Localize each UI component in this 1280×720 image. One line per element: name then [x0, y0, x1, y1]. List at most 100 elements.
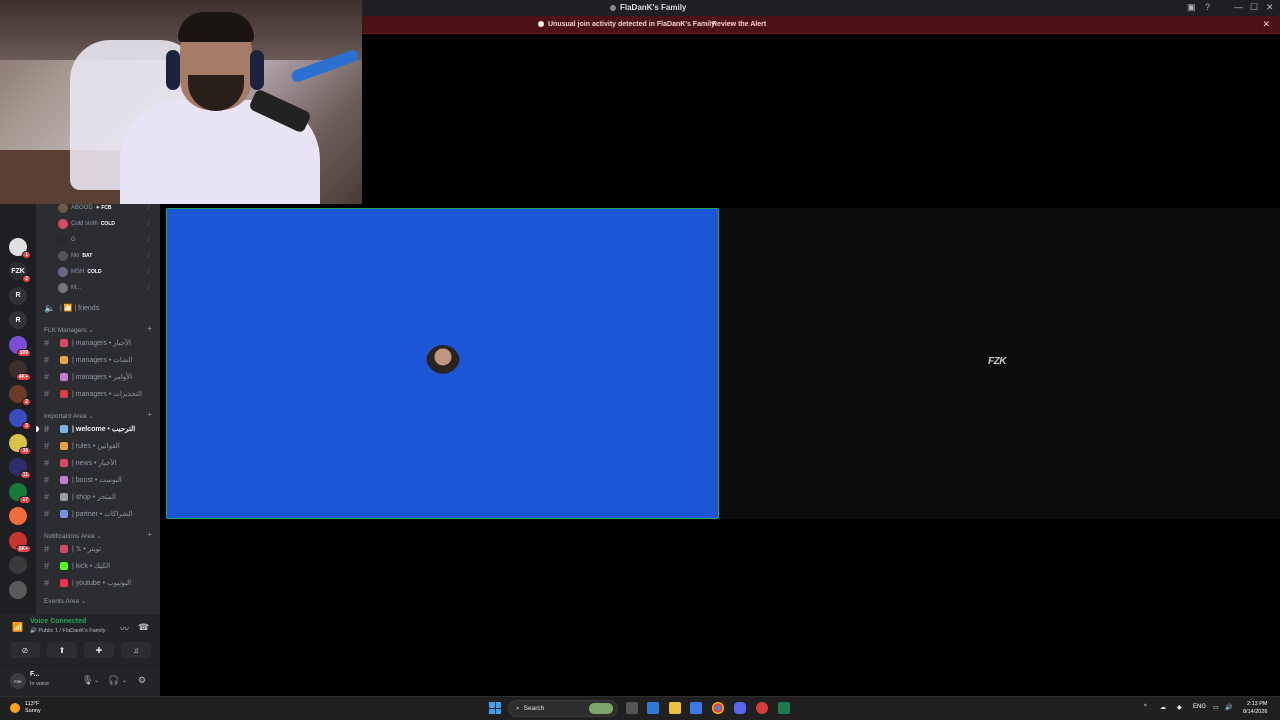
server-icon[interactable]: 4K+	[9, 360, 31, 381]
soundboard-icon: ♫	[133, 645, 139, 655]
server-icon[interactable]: 1	[9, 237, 31, 259]
tray-app-icon[interactable]: ◆	[1177, 704, 1182, 711]
category-header[interactable]: Events Area ⌄	[44, 597, 86, 605]
channel-item[interactable]: # | managers • الشات	[44, 353, 154, 367]
server-icon[interactable]: FZK 2	[9, 262, 31, 283]
category-header[interactable]: Notifications Area ⌄ +	[44, 530, 152, 540]
maximize-button[interactable]: ☐	[1250, 2, 1258, 13]
channel-emoji-icon	[60, 373, 68, 381]
copilot-icon[interactable]	[647, 702, 659, 714]
server-icon[interactable]: R	[9, 286, 27, 305]
unread-indicator	[36, 426, 39, 432]
channel-item[interactable]: # | news • الأخبار	[44, 456, 154, 470]
network-icon[interactable]: ▭	[1213, 704, 1219, 711]
channel-item[interactable]: # | welcome • الترحيب	[36, 422, 154, 436]
category-name: FLK Managers ⌄	[44, 327, 94, 334]
store-icon[interactable]	[690, 702, 702, 714]
add-channel-icon[interactable]: +	[147, 530, 152, 539]
weather-text: 113°F Sunny	[25, 701, 41, 715]
server-icon[interactable]: 11	[9, 458, 31, 479]
server-label: R	[15, 316, 21, 324]
language-indicator[interactable]: ENG	[1193, 704, 1206, 710]
server-icon[interactable]: 5K+	[9, 531, 31, 553]
microphone-icon[interactable]: 🎙	[82, 675, 93, 686]
minimize-button[interactable]: —	[1234, 2, 1243, 12]
close-button[interactable]: ✕	[1266, 2, 1274, 13]
soundboard-button[interactable]: ♫	[121, 642, 151, 658]
server-icon[interactable]	[9, 213, 27, 231]
review-alert-link[interactable]: Review the Alert	[712, 21, 766, 28]
category-header[interactable]: Important Area ⌄ +	[44, 410, 152, 420]
chrome-icon[interactable]	[712, 702, 724, 714]
channel-emoji-icon	[60, 476, 68, 484]
hashtag-icon: #	[44, 338, 50, 348]
channel-item[interactable]: # | 𝕏 • تويتر	[44, 542, 154, 556]
channel-item[interactable]: # | kick • الكيك	[44, 559, 154, 573]
add-channel-icon[interactable]: +	[147, 324, 152, 333]
start-button[interactable]	[489, 702, 501, 714]
camera-off-button[interactable]: ⊘	[10, 642, 40, 658]
tray-overflow-chevron-icon[interactable]: ^	[1144, 704, 1147, 710]
category-header[interactable]: FLK Managers ⌄ +	[44, 324, 152, 334]
volume-icon[interactable]: 🔊	[1225, 704, 1232, 711]
channel-item[interactable]: # | managers • الأوامر	[44, 370, 154, 384]
voice-location[interactable]: 🔊 Public 1 / FlaDanK's Family	[30, 628, 105, 634]
channel-item[interactable]: # | partner • الشراكات	[44, 507, 154, 521]
add-channel-icon[interactable]: +	[147, 410, 152, 419]
channel-label: | news • الأخبار	[72, 460, 117, 467]
obs-icon[interactable]	[756, 702, 768, 714]
voice-user[interactable]: ABOOD ✦ FCB ⁄	[58, 204, 154, 214]
channel-item[interactable]: # | rules • القوانين	[44, 439, 154, 453]
activities-button[interactable]: ✚	[84, 642, 114, 658]
voice-user[interactable]: MSH COLD ⁄	[58, 266, 154, 278]
excel-icon[interactable]	[778, 702, 790, 714]
alert-message: Unusual join activity detected in FlaDan…	[538, 21, 715, 28]
channel-item[interactable]: # | shop • المتجر	[44, 490, 154, 504]
noise-suppression-icon[interactable]: 〰	[120, 622, 129, 635]
server-icon[interactable]: 17	[9, 482, 31, 504]
voice-channel-friends[interactable]: 🔈 | 🎦 | friends	[44, 301, 154, 315]
server-icon[interactable]	[9, 556, 27, 574]
hashtag-icon: #	[44, 544, 50, 554]
server-icon[interactable]: 109	[9, 335, 31, 357]
channel-item[interactable]: # | managers • الأخبار	[44, 336, 154, 350]
clock-time: 2:13 PM	[1246, 701, 1268, 707]
discord-icon[interactable]	[734, 702, 746, 714]
disconnect-icon[interactable]: ☎	[138, 622, 149, 633]
alert-close-button[interactable]: ✕	[1262, 19, 1270, 30]
weather-condition: Sunny	[25, 708, 41, 714]
audio-options-chevron-icon[interactable]: ⌄	[122, 677, 127, 684]
voice-user[interactable]: M... ⁄	[58, 282, 154, 294]
camera-off-icon: ⊘	[21, 645, 29, 655]
avatar[interactable]: FZK	[10, 673, 26, 689]
headphones-icon[interactable]: 🎧	[108, 675, 119, 686]
channel-item[interactable]: # | managers • التحذيرات	[44, 387, 154, 401]
server-icon[interactable]	[9, 580, 27, 599]
server-icon[interactable]: 36	[9, 433, 31, 455]
weather-widget[interactable]: 113°F Sunny	[10, 701, 41, 715]
voice-user[interactable]: Mo BAT ⁄	[58, 250, 154, 262]
taskbar-search[interactable]: ⌕ Search	[508, 700, 618, 717]
file-explorer-icon[interactable]	[669, 702, 681, 714]
voice-tile-fzk[interactable]: FZK	[720, 208, 1280, 519]
help-icon[interactable]: ?	[1205, 2, 1210, 12]
mic-options-chevron-icon[interactable]: ⌄	[94, 677, 99, 684]
task-view-icon[interactable]	[626, 702, 638, 714]
channel-item[interactable]: # | boost • البوست	[44, 473, 154, 487]
signal-icon[interactable]: 📶	[12, 622, 23, 633]
voice-tile-speaking[interactable]	[166, 208, 719, 519]
channel-item[interactable]: # | youtube • اليوتيوب	[44, 576, 154, 590]
screen-share-button[interactable]: ⬆	[47, 642, 77, 658]
settings-gear-icon[interactable]: ⚙	[138, 675, 146, 686]
username[interactable]: F...	[30, 671, 39, 678]
inbox-icon[interactable]: ▣	[1187, 2, 1196, 13]
server-icon[interactable]: 3	[9, 409, 31, 430]
onedrive-icon[interactable]: ☁	[1160, 704, 1166, 711]
server-icon[interactable]	[9, 507, 27, 525]
server-icon[interactable]: R	[9, 311, 27, 329]
voice-user[interactable]: G ⁄	[58, 234, 154, 246]
clock[interactable]: 2:13 PM 8/14/2026	[1243, 700, 1267, 716]
server-icon[interactable]: 2	[9, 384, 31, 406]
channel-emoji-icon	[60, 442, 68, 450]
voice-user[interactable]: Cold sloth COLD ⁄	[58, 218, 154, 230]
